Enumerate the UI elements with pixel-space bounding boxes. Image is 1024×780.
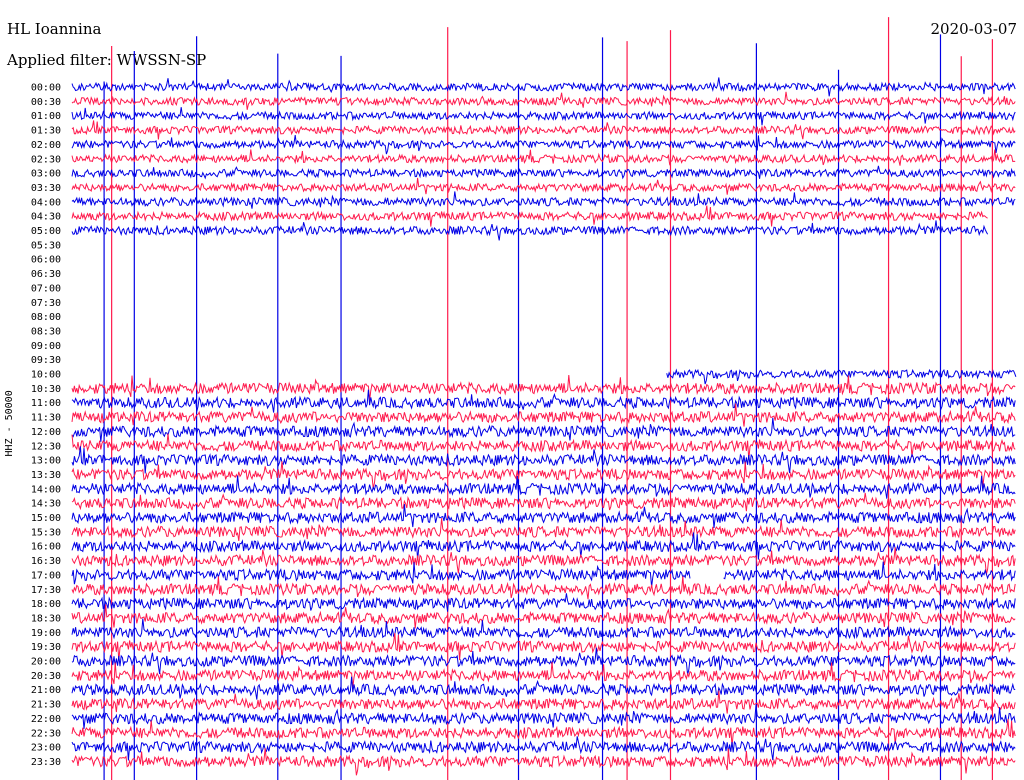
seismic-trace [71,748,1016,776]
seismic-trace [71,492,1016,512]
seismic-trace [71,165,1016,180]
seismic-trace [71,618,1016,640]
row-time-label: 14:00 [31,484,61,495]
row-time-label: 14:30 [31,499,61,510]
row-time-label: 13:00 [31,456,61,467]
row-time-label: 10:30 [31,384,61,395]
row-time-label: 05:30 [31,240,61,251]
seismic-trace [71,593,1016,612]
row-time-label: 16:30 [31,556,61,567]
seismic-trace [71,718,1016,747]
seismic-trace [71,576,1016,600]
row-time-label: 17:30 [31,585,61,596]
row-time-label: 03:00 [31,169,61,180]
row-time-label: 12:00 [31,427,61,438]
row-time-label: 09:00 [31,341,61,352]
seismic-trace [71,220,989,241]
seismic-trace [71,662,1016,688]
row-time-label: 08:00 [31,312,61,323]
row-time-label: 06:30 [31,269,61,280]
seismic-trace [71,433,1016,460]
row-time-label: 08:30 [31,326,61,337]
row-time-label: 19:30 [31,642,61,653]
row-time-label: 17:00 [31,570,61,581]
row-time-label: 07:00 [31,283,61,294]
seismic-trace [71,403,1016,427]
row-time-label: 11:00 [31,398,61,409]
row-time-label: 09:30 [31,355,61,366]
seismic-trace [71,647,1016,675]
row-time-label: 23:00 [31,743,61,754]
row-time-label: 21:30 [31,700,61,711]
row-time-label: 04:00 [31,197,61,208]
seismic-trace [71,77,1016,97]
row-time-label: 15:30 [31,527,61,538]
row-time-label: 06:00 [31,255,61,266]
row-time-label: 23:30 [31,757,61,768]
row-time-label: 22:30 [31,728,61,739]
row-time-label: 05:00 [31,226,61,237]
seismic-trace [71,135,1016,155]
row-time-label: 10:00 [31,370,61,381]
seismic-trace [666,368,1017,385]
seismic-trace [71,191,1016,209]
row-time-label: 18:30 [31,613,61,624]
seismic-trace [71,632,1016,661]
row-time-label: 20:00 [31,657,61,668]
row-time-label: 02:30 [31,154,61,165]
row-time-label: 02:00 [31,140,61,151]
row-time-label: 22:00 [31,714,61,725]
seismic-trace [71,417,1016,442]
row-time-label: 16:00 [31,542,61,553]
row-time-label: 19:00 [31,628,61,639]
row-time-label: 07:30 [31,298,61,309]
row-time-label: 12:30 [31,441,61,452]
row-time-label: 01:30 [31,126,61,137]
seismic-trace [71,561,1016,587]
row-time-label: 18:00 [31,599,61,610]
row-time-label: 00:00 [31,83,61,94]
seismic-trace [71,704,1016,729]
row-time-label: 11:30 [31,413,61,424]
seismic-trace [71,205,988,227]
row-time-label: 15:00 [31,513,61,524]
seismic-trace [71,120,1016,140]
seismic-trace [71,389,1016,413]
row-time-label: 01:00 [31,111,61,122]
seismic-trace [71,475,1016,499]
seismic-trace [71,461,1016,489]
row-time-label: 00:30 [31,97,61,108]
seismic-trace [71,91,1016,110]
seismic-trace [71,375,1016,401]
seismic-trace [71,149,1016,166]
seismogram-plot: 00:00 00:30 01:00 01:30 02:00 02:30 03:00 03:30… [31,17,1017,780]
seismic-trace [71,177,1016,195]
row-time-label: 03:30 [31,183,61,194]
row-time-label: 21:00 [31,685,61,696]
seismic-trace [71,107,1016,126]
row-time-label: 04:30 [31,212,61,223]
seismic-trace [71,690,1016,714]
row-time-label: 13:30 [31,470,61,481]
row-time-label: 20:30 [31,671,61,682]
